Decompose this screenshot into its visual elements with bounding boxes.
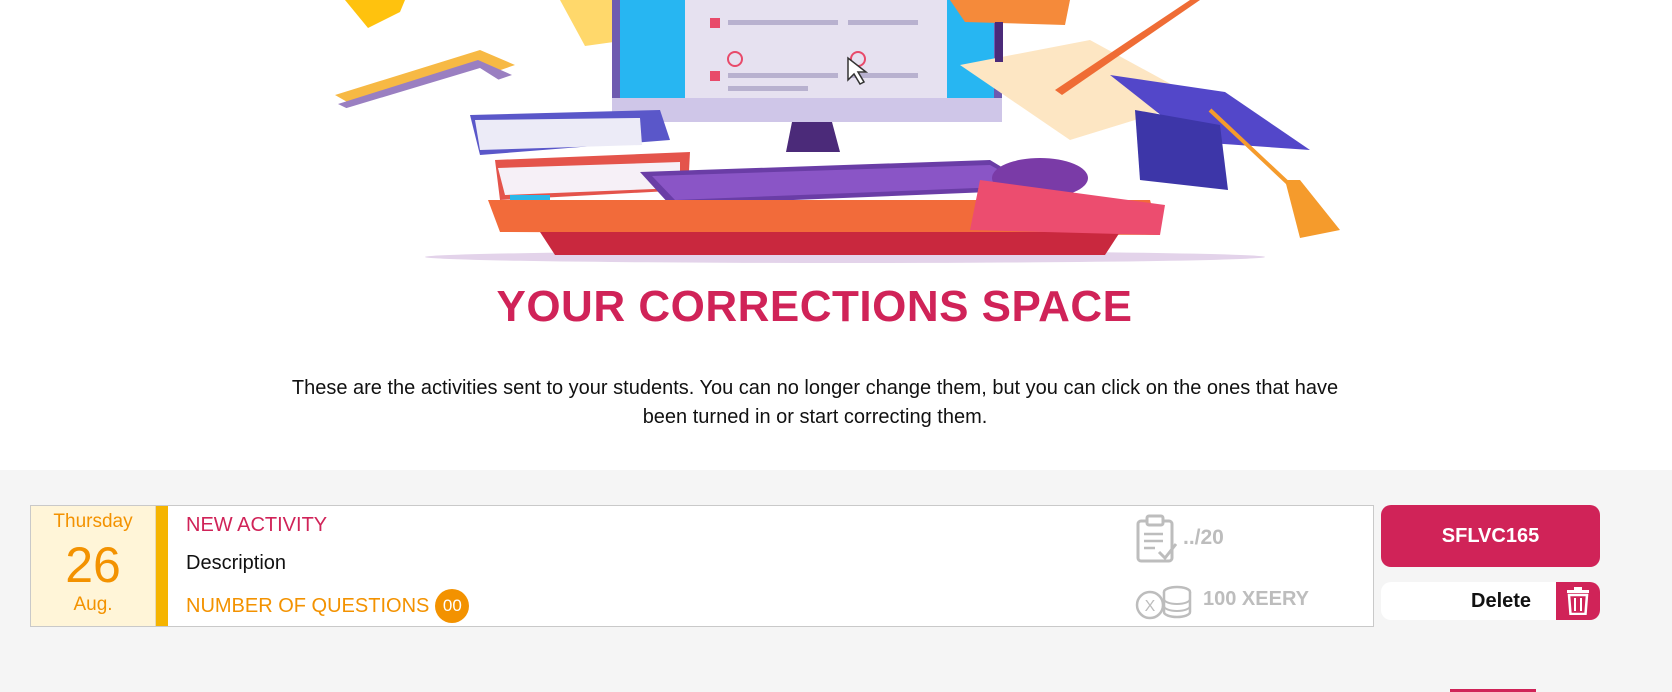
svg-text:X: X [1145, 598, 1156, 615]
page-title: YOUR CORRECTIONS SPACE [496, 282, 1133, 331]
questions-label: NUMBER OF QUESTIONS [186, 594, 430, 617]
coins-icon: X [1135, 580, 1193, 627]
trash-icon-box[interactable] [1556, 582, 1600, 620]
date-weekday: Thursday [53, 511, 133, 532]
questions-count-badge: 00 [435, 589, 470, 623]
trash-icon [1567, 587, 1589, 615]
activity-grade: ../20 [1183, 526, 1224, 549]
clipboard-check-icon [1135, 514, 1178, 569]
activity-date: Thursday 26 Aug. [31, 506, 156, 626]
delete-label: Delete [1471, 590, 1532, 612]
activity-description: Description [186, 552, 287, 574]
activity-code-button[interactable]: SFLVC165 [1381, 505, 1600, 567]
activity-accent-bar [156, 506, 168, 626]
date-month: Aug. [73, 594, 113, 615]
activity-reward: 100 XEERY [1203, 588, 1309, 610]
activity-list: Thursday 26 Aug. NEW ACTIVITY Descriptio… [0, 470, 1672, 692]
activity-card[interactable]: Thursday 26 Aug. NEW ACTIVITY Descriptio… [30, 505, 1374, 627]
date-day: 26 [65, 537, 121, 593]
activity-questions: NUMBER OF QUESTIONS 00 [186, 589, 470, 623]
page-subtitle: These are the activities sent to your st… [291, 377, 1339, 428]
delete-button[interactable]: Delete [1381, 582, 1600, 620]
activity-name: NEW ACTIVITY [186, 514, 328, 536]
